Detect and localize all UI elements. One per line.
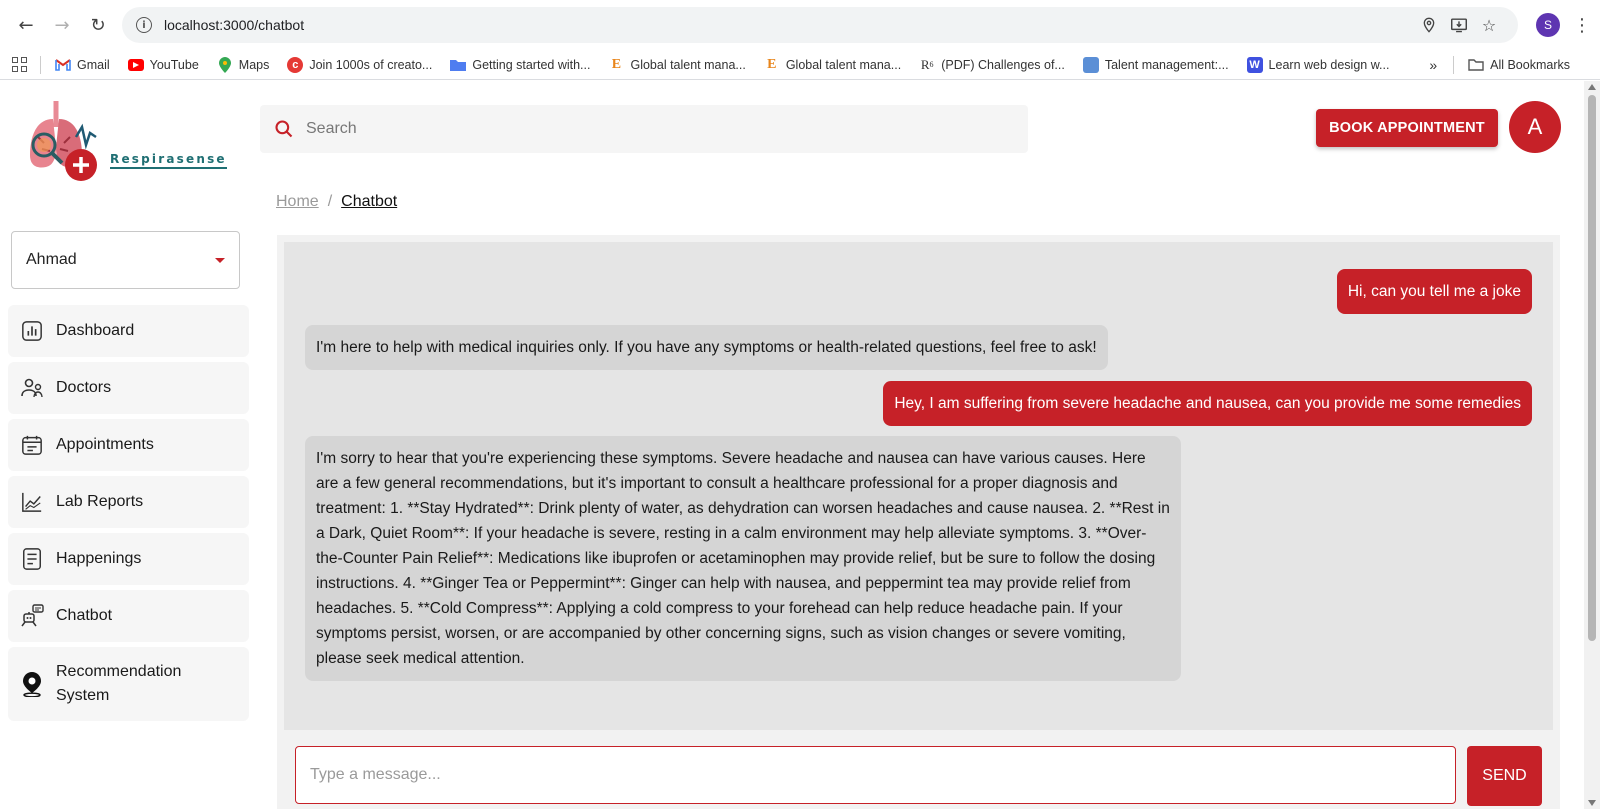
forward-icon[interactable]: → [44, 7, 80, 43]
bookmark-talent-management[interactable]: Talent management:... [1082, 56, 1229, 73]
maps-icon [217, 56, 233, 73]
bookmark-youtube[interactable]: YouTube [127, 58, 199, 72]
install-app-icon[interactable] [1444, 10, 1474, 40]
e-icon: E [767, 56, 777, 72]
researchgate-icon: R6 [920, 56, 934, 72]
w-icon: W [1246, 56, 1263, 73]
e-icon: E [611, 56, 622, 72]
bookmark-getting-started[interactable]: Getting started with... [450, 57, 590, 73]
bookmark-pdf-challenges[interactable]: R6 (PDF) Challenges of... [919, 57, 1065, 73]
address-bar[interactable]: i localhost:3000/chatbot ☆ [122, 7, 1518, 43]
book-appointment-button[interactable]: BOOK APPOINTMENT [1316, 109, 1498, 147]
bookmarks-bar: Gmail YouTube Maps c Join 1000s of creat… [0, 50, 1600, 80]
browser-menu-icon[interactable]: ⋮ [1572, 15, 1592, 36]
scroll-up-icon[interactable] [1588, 84, 1596, 90]
user-message: Hey, I am suffering from severe headache… [883, 381, 1532, 426]
sidebar-item-label: Recommendation System [56, 663, 182, 704]
bot-message: I'm here to help with medical inquiries … [305, 325, 1108, 370]
sidebar-item-doctors[interactable]: Doctors [8, 362, 249, 414]
breadcrumb-home[interactable]: Home [276, 193, 319, 211]
breadcrumb-current: Chatbot [341, 193, 398, 210]
send-button[interactable]: SEND [1467, 746, 1542, 806]
logo-text: Respirasense [110, 152, 227, 169]
chevron-down-icon [215, 257, 225, 263]
page-scrollbar[interactable] [1584, 81, 1600, 809]
image-icon [1082, 56, 1099, 73]
happenings-icon [20, 547, 44, 571]
sidebar-item-chatbot[interactable]: Chatbot [8, 590, 249, 642]
scroll-down-icon[interactable] [1588, 800, 1596, 806]
sidebar-item-label: Doctors [56, 379, 112, 396]
message-composer: SEND [277, 738, 1560, 809]
bookmark-global-talent-1[interactable]: E Global talent mana... [608, 56, 746, 73]
bookmark-maps[interactable]: Maps [217, 56, 269, 73]
search-icon [275, 120, 293, 138]
app-root: Respirasense BOOK APPOINTMENT A Ahmad Da… [0, 81, 1584, 809]
message-input[interactable] [295, 746, 1456, 804]
sidebar-item-dashboard[interactable]: Dashboard [8, 305, 249, 357]
search-bar[interactable] [260, 105, 1028, 153]
scrollbar-thumb[interactable] [1588, 95, 1596, 641]
reload-icon[interactable]: ↻ [80, 7, 116, 43]
profile-avatar[interactable]: S [1536, 13, 1560, 37]
search-input[interactable] [306, 120, 906, 138]
sidebar-nav: Dashboard Doctors Appointments Lab Repor… [8, 305, 249, 726]
user-message: Hi, can you tell me a joke [1336, 269, 1532, 314]
bot-message: I'm sorry to hear that you're experienci… [305, 436, 1181, 681]
appointments-icon [20, 433, 44, 457]
sidebar-item-appointments[interactable]: Appointments [8, 419, 249, 471]
user-select-value: Ahmad [26, 251, 77, 268]
lungs-logo-icon [30, 101, 97, 181]
apps-grid-icon[interactable] [12, 56, 28, 73]
chat-panel: Hi, can you tell me a joke I'm here to h… [277, 235, 1560, 809]
creator-icon: c [287, 56, 304, 73]
youtube-icon [127, 58, 144, 71]
address-url[interactable]: localhost:3000/chatbot [164, 17, 1414, 33]
back-icon[interactable]: ← [8, 7, 44, 43]
folder-blue-icon [450, 57, 467, 73]
sidebar-item-happenings[interactable]: Happenings [8, 533, 249, 585]
browser-toolbar: ← → ↻ i localhost:3000/chatbot ☆ S ⋮ [0, 0, 1600, 50]
bookmarks-overflow-icon[interactable]: » [1429, 57, 1437, 73]
sidebar-item-label: Appointments [56, 436, 154, 453]
user-select[interactable]: Ahmad [11, 231, 240, 289]
sidebar-item-recommendation-system[interactable]: Recommendation System [8, 647, 249, 721]
doctors-icon [20, 376, 44, 400]
user-avatar[interactable]: A [1509, 101, 1561, 153]
bookmark-creators[interactable]: c Join 1000s of creato... [287, 56, 432, 73]
bookmark-star-icon[interactable]: ☆ [1474, 10, 1504, 40]
folder-icon [1468, 57, 1484, 73]
dashboard-icon [20, 319, 44, 343]
bookmark-learn-web-design[interactable]: W Learn web design w... [1246, 56, 1389, 73]
sidebar-item-label: Lab Reports [56, 493, 144, 510]
breadcrumb: Home / Chatbot [276, 193, 397, 211]
sidebar-item-lab-reports[interactable]: Lab Reports [8, 476, 249, 528]
location-icon[interactable] [1414, 10, 1444, 40]
location-pin-icon [20, 672, 44, 697]
bookmarks-divider [40, 55, 41, 74]
sidebar-item-label: Chatbot [56, 607, 113, 624]
bookmarks-divider [1453, 55, 1455, 74]
chatbot-icon [20, 604, 44, 628]
gmail-icon [55, 57, 71, 73]
site-info-icon[interactable]: i [136, 17, 152, 33]
respirasense-logo[interactable]: Respirasense [26, 97, 236, 187]
sidebar-item-label: Dashboard [56, 322, 135, 339]
bookmark-gmail[interactable]: Gmail [55, 57, 110, 73]
lab-reports-icon [20, 490, 44, 514]
all-bookmarks[interactable]: All Bookmarks [1468, 57, 1570, 73]
breadcrumb-separator: / [327, 193, 333, 210]
sidebar-item-label: Happenings [56, 550, 142, 567]
bookmark-global-talent-2[interactable]: E Global talent mana... [764, 57, 901, 73]
chat-messages[interactable]: Hi, can you tell me a joke I'm here to h… [284, 242, 1553, 730]
